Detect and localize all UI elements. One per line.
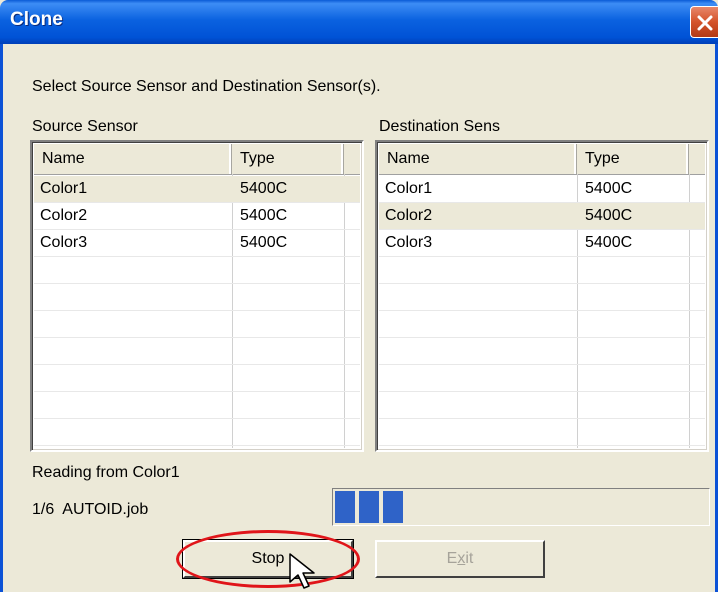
- mouse-pointer-icon: [289, 553, 315, 589]
- list-row[interactable]: Color3 5400C: [379, 230, 705, 257]
- list-row: [34, 284, 360, 311]
- window-frame-left: [0, 44, 3, 592]
- cell-type: 5400C: [240, 234, 288, 251]
- column-header-type[interactable]: Type: [232, 144, 344, 174]
- job-status: 1/6 AUTOID.job: [32, 501, 148, 519]
- column-header-name[interactable]: Name: [379, 144, 577, 174]
- list-row: [379, 284, 705, 311]
- window-title: Clone: [10, 9, 63, 30]
- instruction-text: Select Source Sensor and Destination Sen…: [32, 78, 381, 95]
- list-row[interactable]: Color1 5400C: [34, 176, 360, 203]
- cell-name: Color1: [385, 180, 433, 197]
- cell-name: Color2: [40, 207, 88, 224]
- exit-label-rest: it: [465, 550, 474, 567]
- exit-button[interactable]: Exit: [375, 540, 545, 578]
- column-header-type[interactable]: Type: [577, 144, 689, 174]
- list-header: Name Type: [34, 144, 360, 175]
- list-row: [379, 338, 705, 365]
- progress-chunk: [335, 491, 355, 523]
- list-row: [34, 365, 360, 392]
- list-row: [34, 419, 360, 446]
- job-count: 1/6: [32, 501, 55, 518]
- cell-type: 5400C: [585, 207, 633, 224]
- list-row: [379, 419, 705, 446]
- clone-dialog: Clone Select Source Sensor and Destinati…: [0, 0, 718, 592]
- cell-type: 5400C: [585, 234, 633, 251]
- list-row[interactable]: Color2 5400C: [379, 203, 705, 230]
- cell-name: Color2: [385, 207, 433, 224]
- cell-name: Color1: [40, 180, 88, 197]
- title-bar[interactable]: Clone: [0, 0, 718, 44]
- list-row: [379, 392, 705, 419]
- list-row: [379, 311, 705, 338]
- list-row: [34, 311, 360, 338]
- list-row[interactable]: Color2 5400C: [34, 203, 360, 230]
- exit-label-prefix: E: [446, 550, 458, 567]
- cell-type: 5400C: [240, 207, 288, 224]
- list-row[interactable]: Color3 5400C: [34, 230, 360, 257]
- list-row: [379, 257, 705, 284]
- source-sensor-label: Source Sensor: [32, 118, 138, 135]
- progress-bar: [332, 488, 710, 526]
- column-header-name[interactable]: Name: [34, 144, 232, 174]
- list-row: [34, 338, 360, 365]
- reading-status: Reading from Color1: [32, 464, 180, 481]
- list-header: Name Type: [379, 144, 705, 175]
- destination-sensor-label: Destination Sens: [379, 118, 500, 135]
- list-row: [34, 392, 360, 419]
- source-sensor-list[interactable]: Name Type Color1 5400C Color2 5400C Color3 54…: [30, 140, 364, 452]
- cell-name: Color3: [385, 234, 433, 251]
- destination-sensor-list[interactable]: Name Type Color1 5400C Color2 5400C Color3 54…: [375, 140, 709, 452]
- list-row: [34, 257, 360, 284]
- list-row[interactable]: Color1 5400C: [379, 176, 705, 203]
- close-icon: [697, 15, 713, 31]
- progress-fill: [335, 491, 403, 523]
- cell-type: 5400C: [240, 180, 288, 197]
- cell-type: 5400C: [585, 180, 633, 197]
- progress-chunk: [359, 491, 379, 523]
- job-file: AUTOID.job: [62, 501, 149, 518]
- annotation-highlight-ellipse: [176, 530, 360, 588]
- list-row: [379, 365, 705, 392]
- close-button[interactable]: [690, 6, 718, 38]
- cell-name: Color3: [40, 234, 88, 251]
- progress-chunk: [383, 491, 403, 523]
